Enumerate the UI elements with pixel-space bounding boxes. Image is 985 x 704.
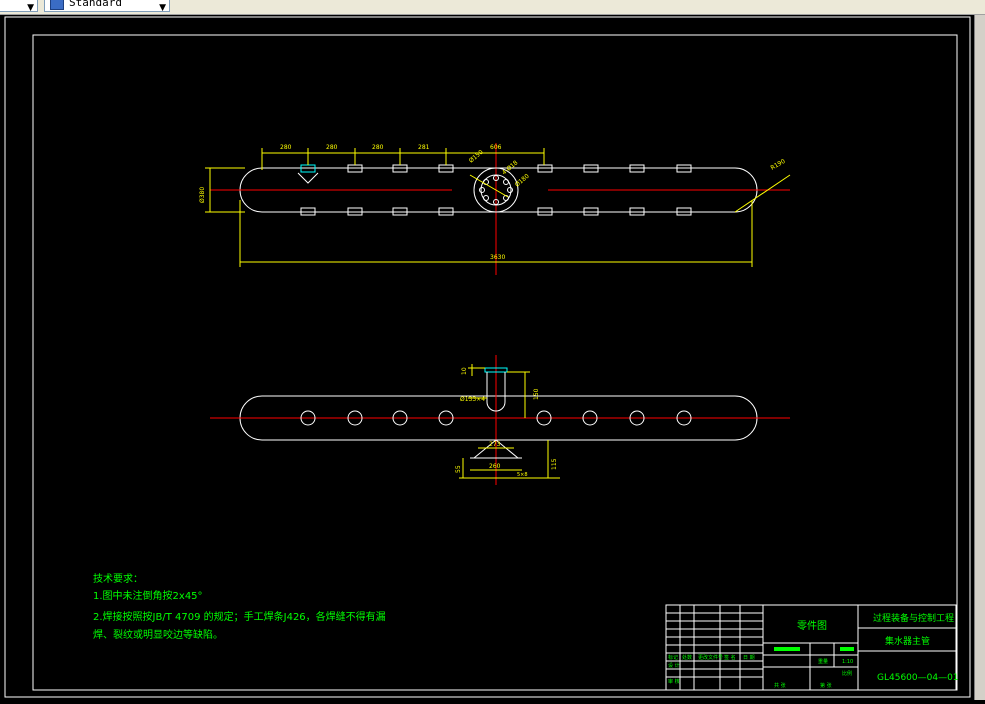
front-view: 10 Ø133×4 150 273 260 55 115 5×8 xyxy=(210,355,790,485)
dim-d5: 606 xyxy=(490,144,502,151)
dim-right-h: 115 xyxy=(551,458,558,470)
title-company: 过程装备与控制工程 xyxy=(873,612,954,624)
title-drawing-type: 零件图 xyxy=(797,620,827,632)
tech-req-line3: 焊、裂纹或明显咬边等缺陷。 xyxy=(93,628,223,641)
dim-pipe-h: 10 xyxy=(461,367,468,375)
dim-d1: 280 xyxy=(280,144,292,151)
drawing-canvas[interactable]: 280 280 280 281 606 3630 Ø380 Ø150 4-Ø18… xyxy=(0,15,975,700)
title-design: 设 计 xyxy=(668,662,680,669)
dimension-style-icon xyxy=(50,0,64,10)
dimension-style-value: Standard xyxy=(69,0,122,9)
title-scale-label: 比例 xyxy=(842,670,852,677)
dim-end-radius: R190 xyxy=(770,158,787,172)
title-total-sheets: 共 张 xyxy=(774,682,786,689)
dim-left-vertical: Ø380 xyxy=(199,187,206,203)
title-count: 处数 xyxy=(682,654,692,661)
title-drawing-no: GL45600—04—01 xyxy=(877,673,959,683)
dim-saddle-w2: 260 xyxy=(489,463,501,470)
layer-dropdown[interactable]: ▼ xyxy=(0,0,38,13)
tech-req-line2: 2.焊接按照按JB/T 4709 的规定；手工焊条J426，各焊缝不得有漏 xyxy=(93,610,386,623)
title-weight: 重量 xyxy=(818,658,828,665)
title-block: 零件图 过程装备与控制工程 集水器主管 GL45600—04—01 1:10 标… xyxy=(665,604,959,691)
dim-left-h: 55 xyxy=(455,465,462,473)
top-view: 280 280 280 281 606 3630 Ø380 Ø150 4-Ø18… xyxy=(199,143,791,275)
title-mark: 标记 xyxy=(668,654,678,661)
title-part-name: 集水器主管 xyxy=(885,635,930,647)
dim-small-label: 5×8 xyxy=(517,472,528,478)
cad-drawing: 280 280 280 281 606 3630 Ø380 Ø150 4-Ø18… xyxy=(4,16,971,698)
tech-req-title: 技术要求： xyxy=(93,572,143,585)
chevron-down-icon: ▼ xyxy=(159,3,166,13)
dim-nozzle-label: Ø133×4 xyxy=(460,396,485,403)
dim-bolt-circle: Ø180 xyxy=(514,173,531,189)
dim-overall-length: 3630 xyxy=(490,254,505,261)
title-sheet-no: 第 张 xyxy=(820,682,832,689)
dim-d3: 280 xyxy=(372,144,384,151)
dim-d4: 281 xyxy=(418,144,430,151)
title-sign: 签 名 xyxy=(724,654,736,661)
title-scale: 1:10 xyxy=(842,659,853,665)
toolbar: ▼ Standard ▼ xyxy=(0,0,985,15)
title-change-doc: 更改文件号 xyxy=(698,654,723,661)
dim-d2: 280 xyxy=(326,144,338,151)
technical-requirements: 技术要求： 1.图中未注倒角按2x45° 2.焊接按照按JB/T 4709 的规… xyxy=(93,572,386,641)
title-review: 审 核 xyxy=(668,678,680,685)
chevron-down-icon: ▼ xyxy=(27,3,34,13)
title-date: 日 期 xyxy=(743,655,755,661)
dim-nozzle-h: 150 xyxy=(533,388,540,400)
tech-req-line1: 1.图中未注倒角按2x45° xyxy=(93,589,203,602)
dim-saddle-w1: 273 xyxy=(489,441,501,448)
dim-flange-dia: Ø150 xyxy=(468,149,485,165)
vertical-scrollbar[interactable] xyxy=(974,15,985,700)
dimension-style-dropdown[interactable]: Standard ▼ xyxy=(44,0,170,13)
